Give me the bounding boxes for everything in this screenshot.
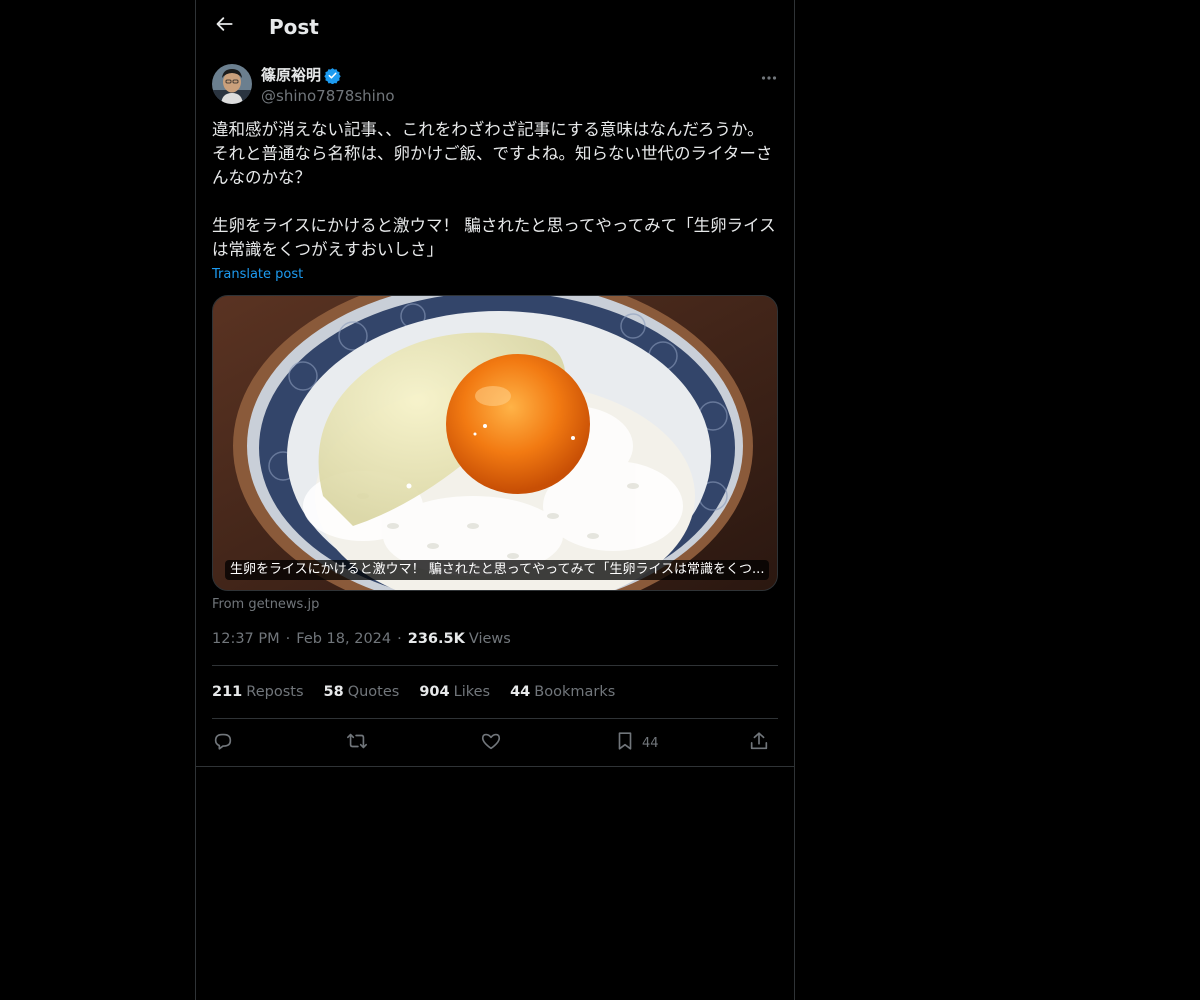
quotes-stat[interactable]: 58 Quotes xyxy=(324,683,400,702)
separator-dot: · xyxy=(285,631,291,647)
likes-label: Likes xyxy=(453,684,491,700)
post-bottom-border xyxy=(196,766,794,767)
translate-post-link[interactable]: Translate post xyxy=(212,266,303,283)
avatar[interactable] xyxy=(212,64,252,104)
quotes-label: Quotes xyxy=(347,684,400,700)
divider xyxy=(212,665,778,666)
action-bar: 44 xyxy=(212,728,778,758)
arrow-left-icon xyxy=(215,14,235,38)
repost-button[interactable] xyxy=(346,728,368,758)
bookmark-button[interactable]: 44 xyxy=(614,728,659,758)
views-label: Views xyxy=(468,631,511,647)
post-meta: 12:37 PM · Feb 18, 2024 · 236.5K Views xyxy=(212,630,511,649)
divider xyxy=(212,718,778,719)
card-image xyxy=(213,296,777,590)
likes-stat[interactable]: 904 Likes xyxy=(419,683,490,702)
author-handle[interactable]: @shino7878shino xyxy=(261,87,395,105)
link-card[interactable]: 生卵をライスにかけると激ウマ！ 騙されたと思ってやってみて「生卵ライスは常識をく… xyxy=(212,295,778,591)
reposts-stat[interactable]: 211 Reposts xyxy=(212,683,304,702)
post-column: Post 篠原裕明 @shino7878shino 違和感が消えない記事、、これ… xyxy=(195,0,795,1000)
reposts-label: Reposts xyxy=(246,684,304,700)
views-count: 236.5K xyxy=(407,631,465,647)
quotes-count: 58 xyxy=(323,684,344,700)
author-name-text: 篠原裕明 xyxy=(261,66,322,84)
reposts-count: 211 xyxy=(212,684,243,700)
reply-icon xyxy=(212,730,234,756)
repost-icon xyxy=(346,730,368,756)
like-button[interactable] xyxy=(480,728,502,758)
bookmarks-count: 44 xyxy=(510,684,531,700)
top-bar: Post xyxy=(196,0,794,54)
post-date[interactable]: Feb 18, 2024 xyxy=(296,630,391,649)
card-caption: 生卵をライスにかけると激ウマ！ 騙されたと思ってやってみて「生卵ライスは常識をく… xyxy=(225,560,770,580)
more-horizontal-icon xyxy=(761,66,777,85)
page-title: Post xyxy=(269,15,319,39)
post-text: 違和感が消えない記事、、これをわざわざ記事にする意味はなんだろうか。それと普通な… xyxy=(212,120,776,259)
share-button[interactable] xyxy=(748,728,770,758)
engagement-stats: 211 Reposts 58 Quotes 904 Likes 44 Bookmarks xyxy=(212,683,635,702)
back-button[interactable] xyxy=(208,9,242,43)
author-name[interactable]: 篠原裕明 xyxy=(261,66,341,84)
likes-count: 904 xyxy=(419,684,450,700)
bookmark-count: 44 xyxy=(642,735,659,751)
bookmarks-stat[interactable]: 44 Bookmarks xyxy=(510,683,615,702)
heart-icon xyxy=(480,730,502,756)
more-options-button[interactable] xyxy=(756,64,782,86)
share-icon xyxy=(748,730,770,756)
card-source[interactable]: From getnews.jp xyxy=(212,596,319,613)
reply-button[interactable] xyxy=(212,728,234,758)
verified-badge-icon xyxy=(324,67,341,84)
bookmark-icon xyxy=(614,730,636,756)
bookmarks-label: Bookmarks xyxy=(534,684,616,700)
post-time[interactable]: 12:37 PM xyxy=(212,630,280,649)
separator-dot: · xyxy=(397,631,402,647)
